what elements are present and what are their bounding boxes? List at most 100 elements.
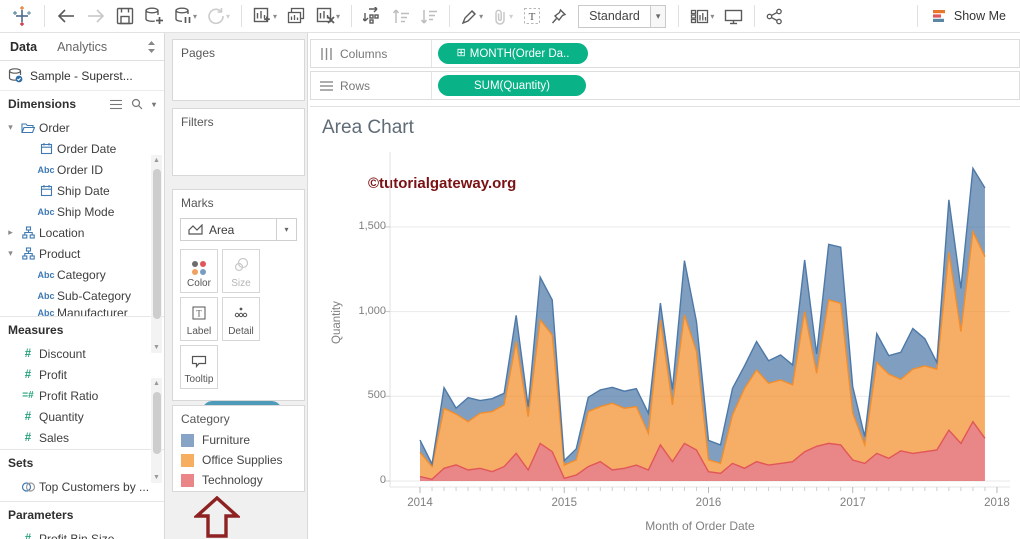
- measure-item[interactable]: # Profit: [0, 364, 164, 385]
- expand-caret-icon[interactable]: ▸: [4, 227, 17, 238]
- abc-icon: Abc: [37, 307, 55, 317]
- filters-shelf[interactable]: Filters: [172, 108, 305, 176]
- duplicate-sheet-button[interactable]: [282, 3, 311, 29]
- highlight-button[interactable]: ▾: [456, 3, 488, 29]
- fit-dropdown-caret-icon[interactable]: ▾: [649, 5, 666, 27]
- show-me-button[interactable]: Show Me: [924, 9, 1014, 23]
- measure-item[interactable]: # Quantity: [0, 406, 164, 427]
- share-button[interactable]: [761, 3, 788, 29]
- new-worksheet-button[interactable]: ▾: [248, 3, 282, 29]
- dimension-item[interactable]: ▸ Location: [0, 222, 164, 243]
- columns-pill[interactable]: ⊞ MONTH(Order Da..: [438, 43, 588, 64]
- marks-card: Marks Area ▾ Color Size T Label Detail Toolti…: [172, 189, 305, 422]
- dimension-item[interactable]: Abc Order ID: [0, 159, 164, 180]
- color-legend-card: Category Furniture Office Supplies Technol…: [172, 405, 305, 492]
- dimension-item[interactable]: Abc Manufacturer: [0, 306, 164, 316]
- rows-pill-label: SUM(Quantity): [473, 79, 551, 92]
- measure-item[interactable]: # Sales: [0, 427, 164, 448]
- color-button[interactable]: Color: [180, 249, 218, 293]
- group-members-caret-icon: ▾: [509, 11, 514, 21]
- pause-updates-button[interactable]: ▾: [169, 3, 202, 29]
- dimension-item[interactable]: Abc Ship Mode: [0, 201, 164, 222]
- measures-list: # Discount # Profit =# Profit Ratio # Quantity #…: [0, 343, 164, 449]
- expand-caret-icon[interactable]: ▾: [4, 248, 17, 259]
- data-analytics-tabs: Data Analytics: [0, 33, 164, 61]
- sort-ascending-button[interactable]: [387, 3, 415, 29]
- plus-box-icon: ⊞: [456, 47, 466, 59]
- abc-icon: Abc: [37, 206, 55, 217]
- fit-dropdown-value[interactable]: Standard: [579, 6, 650, 27]
- columns-pill-label: MONTH(Order Da..: [469, 47, 570, 60]
- undo-button[interactable]: [51, 3, 81, 29]
- redo-button[interactable]: [81, 3, 111, 29]
- mark-type-dropdown[interactable]: Area ▾: [180, 218, 297, 241]
- presentation-mode-button[interactable]: [719, 3, 748, 29]
- scrollbar-thumb[interactable]: [152, 392, 161, 454]
- show-hide-cards-caret-icon[interactable]: ▾: [710, 12, 714, 21]
- legend-swatch: [181, 453, 194, 467]
- detail-button[interactable]: Detail: [222, 297, 260, 341]
- rows-shelf[interactable]: Rows SUM(Quantity): [310, 71, 1020, 100]
- legend-title: Category: [181, 412, 230, 426]
- sort-descending-button[interactable]: [415, 3, 443, 29]
- dimension-item[interactable]: Abc Sub-Category: [0, 285, 164, 306]
- measures-scrollbar[interactable]: ▲ ▼: [151, 378, 162, 483]
- show-hide-cards-button[interactable]: ▾: [685, 3, 719, 29]
- swap-rows-columns-button[interactable]: [358, 3, 387, 29]
- pause-updates-caret-icon[interactable]: ▾: [193, 12, 197, 21]
- cards-panel: Pages Filters Marks Area ▾ Color Size T Lab…: [165, 33, 308, 539]
- save-button[interactable]: [111, 3, 139, 29]
- refresh-button[interactable]: ▾: [202, 3, 235, 29]
- legend-item[interactable]: Office Supplies: [173, 450, 304, 470]
- hierarchy-icon: [17, 226, 39, 239]
- scrollbar-thumb[interactable]: [152, 169, 161, 319]
- dimension-item[interactable]: Order Date: [0, 138, 164, 159]
- parameter-item[interactable]: # Profit Bin Size: [0, 528, 164, 539]
- measure-item[interactable]: # Discount: [0, 343, 164, 364]
- pages-shelf[interactable]: Pages: [172, 39, 305, 101]
- tooltip-button[interactable]: Tooltip: [180, 345, 218, 389]
- legend-item[interactable]: Technology: [173, 470, 304, 490]
- scroll-up-icon[interactable]: ▲: [151, 380, 162, 387]
- label-button[interactable]: T Label: [180, 297, 218, 341]
- dimension-item[interactable]: Abc Category: [0, 264, 164, 285]
- mark-type-caret-icon[interactable]: ▾: [276, 219, 296, 240]
- dimension-item[interactable]: ▾ Order: [0, 117, 164, 138]
- pane-collapse-icon[interactable]: [139, 33, 164, 60]
- rows-icon: [320, 80, 333, 91]
- fit-dropdown[interactable]: Standard ▾: [578, 4, 667, 28]
- dimensions-scrollbar[interactable]: ▲ ▼: [151, 155, 162, 353]
- dimensions-menu-caret-icon[interactable]: ▾: [152, 100, 156, 109]
- field-label: Order ID: [57, 162, 104, 177]
- mark-type-value: Area: [209, 222, 235, 237]
- sets-header-label: Sets: [8, 456, 34, 470]
- tab-analytics[interactable]: Analytics: [47, 33, 117, 60]
- expand-caret-icon[interactable]: ▾: [4, 122, 17, 133]
- clear-sheet-button[interactable]: ▾: [311, 3, 345, 29]
- dimension-item[interactable]: Ship Date: [0, 180, 164, 201]
- search-icon[interactable]: [131, 98, 143, 110]
- text-label-button[interactable]: T: [518, 3, 546, 29]
- dimension-item[interactable]: ▾ Product: [0, 243, 164, 264]
- calendar-icon: [35, 142, 57, 155]
- measure-item[interactable]: =# Profit Ratio: [0, 385, 164, 406]
- scroll-up-icon[interactable]: ▲: [151, 157, 162, 164]
- size-button: Size: [222, 249, 260, 293]
- hash-icon: #: [24, 431, 32, 444]
- columns-shelf[interactable]: Columns ⊞ MONTH(Order Da..: [310, 39, 1020, 68]
- svg-text:T: T: [529, 11, 536, 23]
- new-worksheet-caret-icon[interactable]: ▾: [273, 12, 277, 21]
- field-label: Ship Mode: [57, 204, 115, 219]
- clear-sheet-caret-icon[interactable]: ▾: [336, 12, 340, 21]
- y-tick-label: 1,500: [358, 219, 386, 232]
- fix-axes-button[interactable]: [546, 3, 572, 29]
- highlight-caret-icon[interactable]: ▾: [479, 12, 483, 21]
- set-item[interactable]: Top Customers by ...: [0, 476, 164, 497]
- tab-data[interactable]: Data: [0, 33, 47, 60]
- rows-pill[interactable]: SUM(Quantity): [438, 75, 586, 96]
- add-data-source-button[interactable]: [139, 3, 169, 29]
- datasource-row[interactable]: Sample - Superst...: [0, 61, 164, 91]
- legend-item[interactable]: Furniture: [173, 430, 304, 450]
- area-chart-plot[interactable]: [382, 152, 1010, 498]
- view-options-icon[interactable]: [109, 99, 122, 110]
